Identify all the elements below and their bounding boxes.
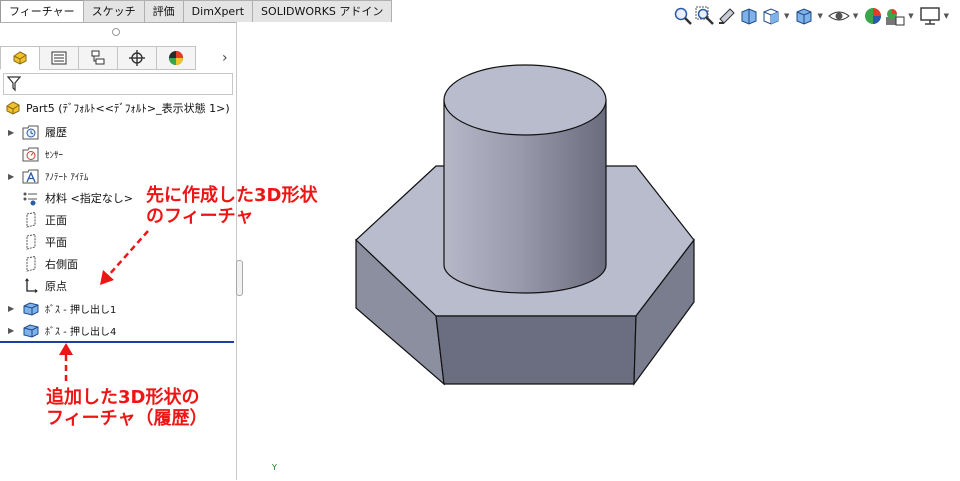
tab-sketch[interactable]: スケッチ (82, 0, 145, 22)
cylinder-top-face (443, 64, 607, 136)
reference-triad: Y (272, 463, 277, 472)
triad-y-label: Y (272, 463, 277, 472)
tab-evaluate[interactable]: 評価 (143, 0, 184, 22)
3d-model-view[interactable] (238, 0, 960, 480)
graphics-area[interactable]: ▼ ▼ ▼ ▼ ▼ Y (238, 0, 960, 480)
tab-features[interactable]: フィーチャー (0, 0, 84, 22)
featuremanager-panel: › Part5 (ﾃﾞﾌｫﾙﾄ<<ﾃﾞﾌｫﾙﾄ>_表示状態 1>) ▶ 履歴 ｾ… (0, 22, 317, 480)
hex-front-face (435, 315, 637, 385)
annotation-arrows (59, 230, 149, 381)
cylinder-body (443, 64, 607, 294)
arrow-head-icon (59, 343, 73, 355)
